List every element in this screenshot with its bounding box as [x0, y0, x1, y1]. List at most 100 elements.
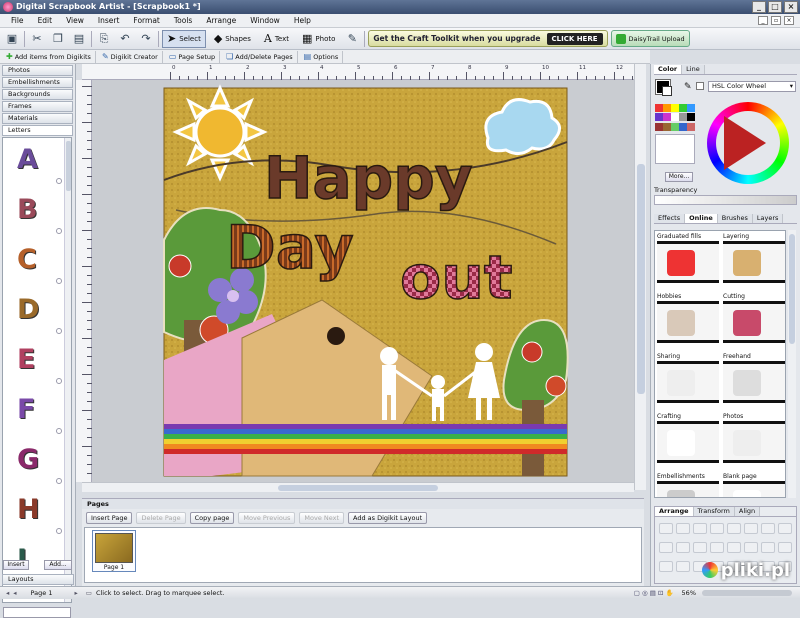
menu-window[interactable]: Window	[243, 16, 287, 25]
gallery-item[interactable]: Cutting	[723, 293, 785, 343]
format-painter-icon[interactable]: ⎘	[95, 30, 113, 48]
arrange-button[interactable]	[710, 523, 724, 534]
arrange-button[interactable]	[778, 523, 792, 534]
mdi-minimize-button[interactable]: _	[758, 16, 768, 25]
copy-icon[interactable]: ❐	[49, 30, 67, 48]
mdi-restore-button[interactable]: ▫	[771, 16, 781, 25]
gallery-item[interactable]: Layering	[723, 233, 785, 283]
arrange-button[interactable]	[659, 523, 673, 534]
tab-align[interactable]: Align	[734, 507, 761, 516]
gallery-item[interactable]: Photos	[723, 413, 785, 463]
prev-page-icon[interactable]: ◂	[6, 589, 9, 597]
add-delete-pages-button[interactable]: ❏ Add/Delete Pages	[222, 50, 298, 63]
arrange-button[interactable]	[676, 542, 690, 553]
letter-item[interactable]: E	[17, 344, 35, 375]
photo-tool-button[interactable]: ▦ Photo	[297, 30, 340, 48]
arrange-button[interactable]	[744, 523, 758, 534]
palette-swatch[interactable]	[671, 122, 679, 131]
copy-page-button[interactable]: Copy page	[189, 512, 235, 524]
shapes-tool-button[interactable]: ◆ Shapes	[209, 30, 256, 48]
palette-swatch[interactable]	[687, 104, 695, 112]
digikit-creator-button[interactable]: ✎ Digikit Creator	[98, 50, 163, 63]
close-button[interactable]: ×	[784, 1, 798, 13]
palette-area[interactable]	[655, 134, 695, 164]
canvas-area[interactable]: Happy Day out	[92, 80, 634, 482]
move-next-button[interactable]: Move Next	[299, 512, 345, 524]
letters-scrollbar[interactable]	[64, 138, 71, 602]
palette-swatch[interactable]	[655, 113, 663, 122]
gallery-item[interactable]: Crafting	[657, 413, 719, 463]
gallery-item[interactable]: Hobbies	[657, 293, 719, 343]
letter-item[interactable]: C	[17, 244, 37, 275]
letter-item[interactable]: H	[17, 494, 40, 525]
canvas-vertical-scrollbar[interactable]	[634, 64, 646, 490]
move-previous-button[interactable]: Move Previous	[238, 512, 296, 524]
gallery-item[interactable]: Graduated fills	[657, 233, 719, 283]
letter-item[interactable]: A	[17, 144, 38, 175]
arrange-button[interactable]	[676, 561, 690, 572]
tab-brushes[interactable]: Brushes	[717, 214, 753, 223]
gallery-item[interactable]: Freehand	[723, 353, 785, 403]
mdi-close-button[interactable]: ×	[784, 16, 794, 25]
color-palette[interactable]	[655, 104, 695, 132]
palette-swatch[interactable]	[663, 104, 671, 112]
menu-tools[interactable]: Tools	[167, 16, 199, 25]
tab-line[interactable]: Line	[682, 65, 705, 74]
add-button[interactable]: Add...	[44, 560, 72, 570]
title-day[interactable]: Day	[225, 212, 354, 284]
letter-item[interactable]: B	[17, 194, 38, 225]
page-thumbnail[interactable]: Page 1	[92, 530, 136, 572]
undo-icon[interactable]: ↶	[116, 30, 134, 48]
letter-item[interactable]: F	[17, 394, 35, 425]
palette-swatch[interactable]	[655, 122, 663, 131]
cut-icon[interactable]: ✂	[28, 30, 46, 48]
letter-select-radio[interactable]	[56, 478, 62, 484]
more-colors-button[interactable]: More...	[665, 172, 693, 182]
add-as-digikit-layout-button[interactable]: Add as Digikit Layout	[348, 512, 428, 524]
daisytrail-upload-button[interactable]: DaisyTrail Upload	[610, 30, 690, 47]
maximize-button[interactable]: □	[768, 1, 782, 13]
delete-page-button[interactable]: Delete Page	[136, 512, 186, 524]
letter-item[interactable]: D	[17, 294, 39, 325]
menu-view[interactable]: View	[59, 16, 91, 25]
letter-select-radio[interactable]	[56, 178, 62, 184]
arrange-button[interactable]	[659, 561, 673, 572]
upgrade-banner[interactable]: Get the Craft Toolkit when you upgrade CL…	[368, 30, 608, 47]
letter-select-radio[interactable]	[56, 278, 62, 284]
brush-icon[interactable]: ✎	[343, 30, 361, 48]
tab-layers[interactable]: Layers	[752, 214, 784, 223]
palette-swatch[interactable]	[671, 113, 679, 122]
category-photos[interactable]: Photos	[2, 65, 73, 76]
category-embellishments[interactable]: Embellishments	[2, 77, 73, 88]
arrange-button[interactable]	[676, 523, 690, 534]
insert-page-button[interactable]: Insert Page	[86, 512, 133, 524]
category-frames[interactable]: Frames	[2, 101, 73, 112]
title-happy[interactable]: Happy	[263, 143, 473, 213]
menu-help[interactable]: Help	[287, 16, 318, 25]
zoom-slider[interactable]	[702, 590, 792, 596]
menu-format[interactable]: Format	[126, 16, 166, 25]
arrange-button[interactable]	[744, 542, 758, 553]
color-wheel[interactable]	[707, 102, 789, 184]
tab-color[interactable]: Color	[654, 65, 683, 74]
eyedropper-icon[interactable]: ✎	[684, 82, 692, 92]
letter-select-radio[interactable]	[56, 378, 62, 384]
view-mode-icons[interactable]: ▢ ◎ ▤ ⊡ ✋	[634, 589, 674, 597]
category-backgrounds[interactable]: Backgrounds	[2, 89, 73, 100]
arrange-button[interactable]	[693, 542, 707, 553]
no-color-swatch[interactable]	[696, 82, 704, 90]
palette-swatch[interactable]	[679, 113, 687, 122]
minimize-button[interactable]: _	[752, 1, 766, 13]
category-letters[interactable]: Letters	[2, 125, 73, 136]
first-page-icon[interactable]: ◂	[13, 589, 16, 597]
letters-filter-field[interactable]	[3, 607, 71, 618]
tab-arrange[interactable]: Arrange	[655, 507, 694, 516]
canvas-horizontal-scrollbar[interactable]	[82, 482, 634, 492]
save-icon[interactable]: ▣	[3, 30, 21, 48]
letter-select-radio[interactable]	[56, 328, 62, 334]
category-layouts[interactable]: Layouts	[2, 574, 74, 585]
color-mode-select[interactable]: HSL Color Wheel ▾	[708, 81, 796, 92]
category-materials[interactable]: Materials	[2, 113, 73, 124]
paste-icon[interactable]: ▤	[70, 30, 88, 48]
arrange-button[interactable]	[693, 523, 707, 534]
